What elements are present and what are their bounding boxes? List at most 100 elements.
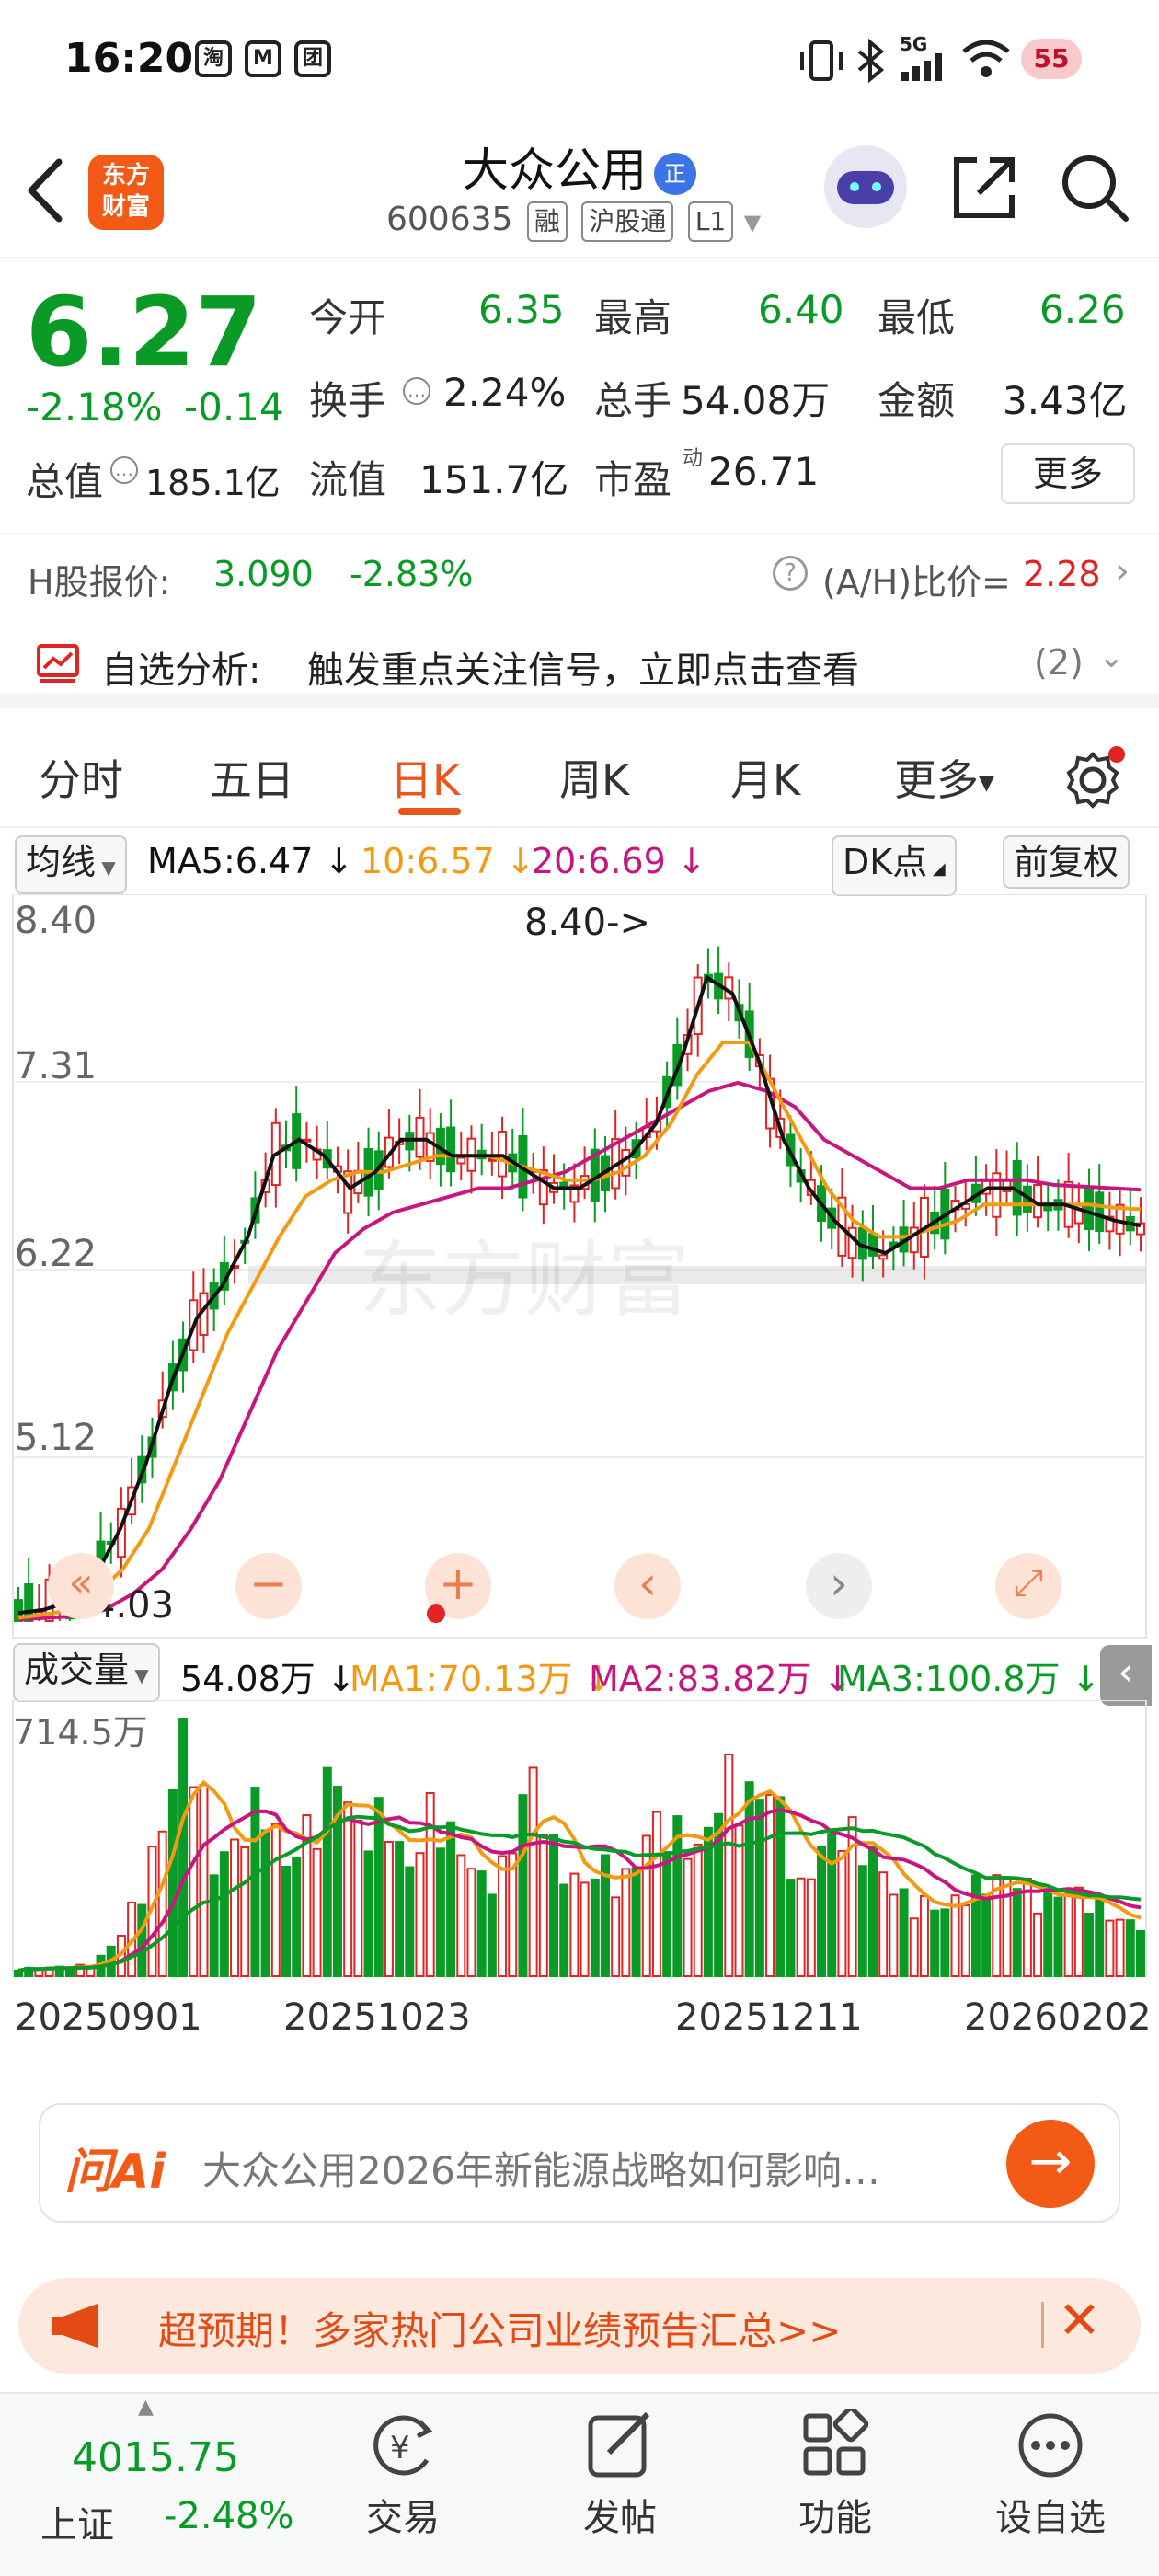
volume-bar [621, 1868, 631, 1977]
volume-bar [1002, 1876, 1012, 1977]
fullscreen-button[interactable]: ⤢ [995, 1553, 1061, 1619]
volume-bar [806, 1878, 816, 1977]
candle-body [446, 1126, 456, 1173]
volume-bar [456, 1854, 466, 1977]
x-tick-3: 20260202 [964, 1996, 1152, 2039]
volume-bar [281, 1866, 292, 1978]
float-label: 流值 [309, 457, 387, 502]
volume-bar [292, 1856, 302, 1977]
turnover-value: 2.24% [443, 370, 567, 415]
volume-bar [981, 1893, 992, 1977]
tab-five-day[interactable]: 五日 [210, 747, 294, 808]
tab-more[interactable]: 更多▼ [894, 747, 994, 808]
vol-ma2: MA2:83.82万 ↓ [589, 1659, 853, 1699]
volume-svg: 714.5万 20250901 20251023 20251211 202602… [12, 1699, 1152, 2039]
settings-gear-icon[interactable] [1061, 745, 1126, 810]
nav-functions[interactable]: 功能 [743, 2394, 927, 2541]
volume-selector[interactable]: 成交量 ▼ [13, 1643, 160, 1702]
scroll-left-button[interactable]: ‹ [614, 1553, 681, 1619]
volume-bar [940, 1908, 950, 1977]
volume-bar [425, 1791, 435, 1977]
x-tick-0: 20250901 [15, 1996, 202, 2039]
volume-bar [631, 1867, 641, 1978]
volume-bar [1095, 1896, 1105, 1978]
chart-tabs: 分时 五日 日K 周K 月K 更多▼ [0, 727, 1159, 828]
fast-back-button[interactable]: « [48, 1553, 114, 1619]
mktcap-label: 总值 [26, 459, 104, 504]
analysis-chart-icon [37, 644, 79, 683]
tab-daily-k[interactable]: 日K [390, 747, 460, 808]
volume-bar [960, 1903, 970, 1977]
y-tick-1: 7.31 [15, 1045, 97, 1087]
nav-add-watchlist[interactable]: 设自选 [958, 2394, 1142, 2541]
volume-bar [1115, 1918, 1125, 1977]
info-dots-icon[interactable]: … [110, 456, 138, 484]
volume-bar [178, 1718, 189, 1977]
bottom-nav: ▲ 4015.75 上证 -2.48% ¥ 交易 发帖 功能 设自选 [0, 2392, 1159, 2576]
ai-robot-icon[interactable] [824, 145, 907, 228]
candle-body [498, 1131, 508, 1178]
scroll-right-button[interactable]: › [806, 1553, 872, 1619]
vol-ma1: MA1:70.13万 ↓ [350, 1659, 614, 1699]
share-icon[interactable] [949, 153, 1019, 223]
ma20-value: 20:6.69 ↓ [532, 841, 706, 881]
hk-quote-row[interactable]: H股报价: 3.090 -2.83% ? (A/H)比价= 2.28 › [0, 534, 1159, 616]
volume-bar [827, 1833, 837, 1977]
volume-bar [405, 1866, 415, 1977]
change-pct: -2.18% [26, 385, 163, 430]
ma-selector[interactable]: 均线 ▼ [15, 835, 127, 894]
battery-level: 55 [1021, 39, 1082, 79]
volume-chart[interactable]: 714.5万 20250901 20251023 20251211 202602… [0, 1699, 1159, 2087]
y-tick-3: 5.12 [15, 1417, 97, 1459]
hk-price: 3.090 [213, 554, 314, 594]
volume-bar [518, 1794, 528, 1978]
chevron-right-icon[interactable]: › [1115, 550, 1130, 592]
quote-panel: 6.27 -2.18% -0.14 总值 … 185.1亿 今开 6.35 最高… [0, 267, 1159, 534]
ask-ai-bar[interactable]: 问Ai 大众公用2026年新能源战略如何影响… → [39, 2103, 1120, 2223]
dk-point-button[interactable]: DK点 ◢ [832, 835, 957, 896]
tab-weekly-k[interactable]: 周K [559, 747, 629, 808]
volume-bar [837, 1850, 847, 1977]
pe-label: 市盈 [594, 457, 672, 502]
notice-banner[interactable]: 超预期！多家热门公司业绩预告汇总>> ✕ [18, 2278, 1141, 2374]
volume-bar [919, 1894, 929, 1977]
ma-selector-caret-icon: ▼ [96, 857, 116, 879]
search-icon[interactable] [1060, 153, 1130, 223]
level-tag: L1 [687, 201, 734, 242]
ma10-value: 10:6.57 ↓ [361, 841, 535, 881]
candle-body [621, 1148, 631, 1177]
chevron-down-icon[interactable]: ⌄ [1098, 638, 1125, 675]
zoom-out-button[interactable]: − [235, 1553, 302, 1619]
kline-chart[interactable]: 东方财富 8.40 7.31 6.22 5.12 8.40-> 4.03 « −… [0, 893, 1159, 1639]
nav-trade[interactable]: ¥ 交易 [311, 2394, 495, 2541]
more-button[interactable]: 更多 [1001, 443, 1135, 504]
volume-bar [528, 1766, 538, 1977]
dropdown-caret-icon[interactable]: ▼ [744, 210, 761, 236]
close-icon[interactable]: ✕ [1058, 2291, 1101, 2351]
candle-body [847, 1226, 857, 1259]
amount-label: 金额 [878, 378, 956, 423]
volume-bar [611, 1896, 621, 1978]
low-value: 6.26 [1039, 287, 1126, 332]
watchlist-signal-row[interactable]: 自选分析: 触发重点关注信号，立即点击查看 (2) ⌄ [0, 626, 1159, 708]
volume-bar [1073, 1886, 1084, 1977]
turnover-info-icon[interactable]: … [403, 377, 430, 405]
collapse-panel-button[interactable]: ‹ [1100, 1645, 1152, 1706]
candle-body [867, 1233, 878, 1257]
zheng-badge: 正 [654, 152, 696, 195]
index-value[interactable]: 4015.75 [72, 2434, 239, 2481]
tab-monthly-k[interactable]: 月K [730, 747, 800, 808]
tab-more-caret-icon: ▼ [979, 772, 994, 795]
stock-name: 大众公用 [463, 144, 647, 197]
volume-bar [1053, 1896, 1063, 1977]
nav-post[interactable]: 发帖 [528, 2394, 712, 2541]
volume-selector-caret-icon: ▼ [129, 1664, 149, 1686]
ai-send-button[interactable]: → [1006, 2120, 1095, 2208]
hk-label: H股报价: [28, 562, 171, 603]
volume-selector-label: 成交量 [24, 1650, 130, 1690]
tab-intraday[interactable]: 分时 [39, 747, 123, 808]
help-icon[interactable]: ? [773, 556, 808, 591]
volume-bar [549, 1834, 559, 1977]
adjust-button[interactable]: 前复权 [1003, 835, 1130, 889]
volume-bar [189, 1786, 199, 1977]
